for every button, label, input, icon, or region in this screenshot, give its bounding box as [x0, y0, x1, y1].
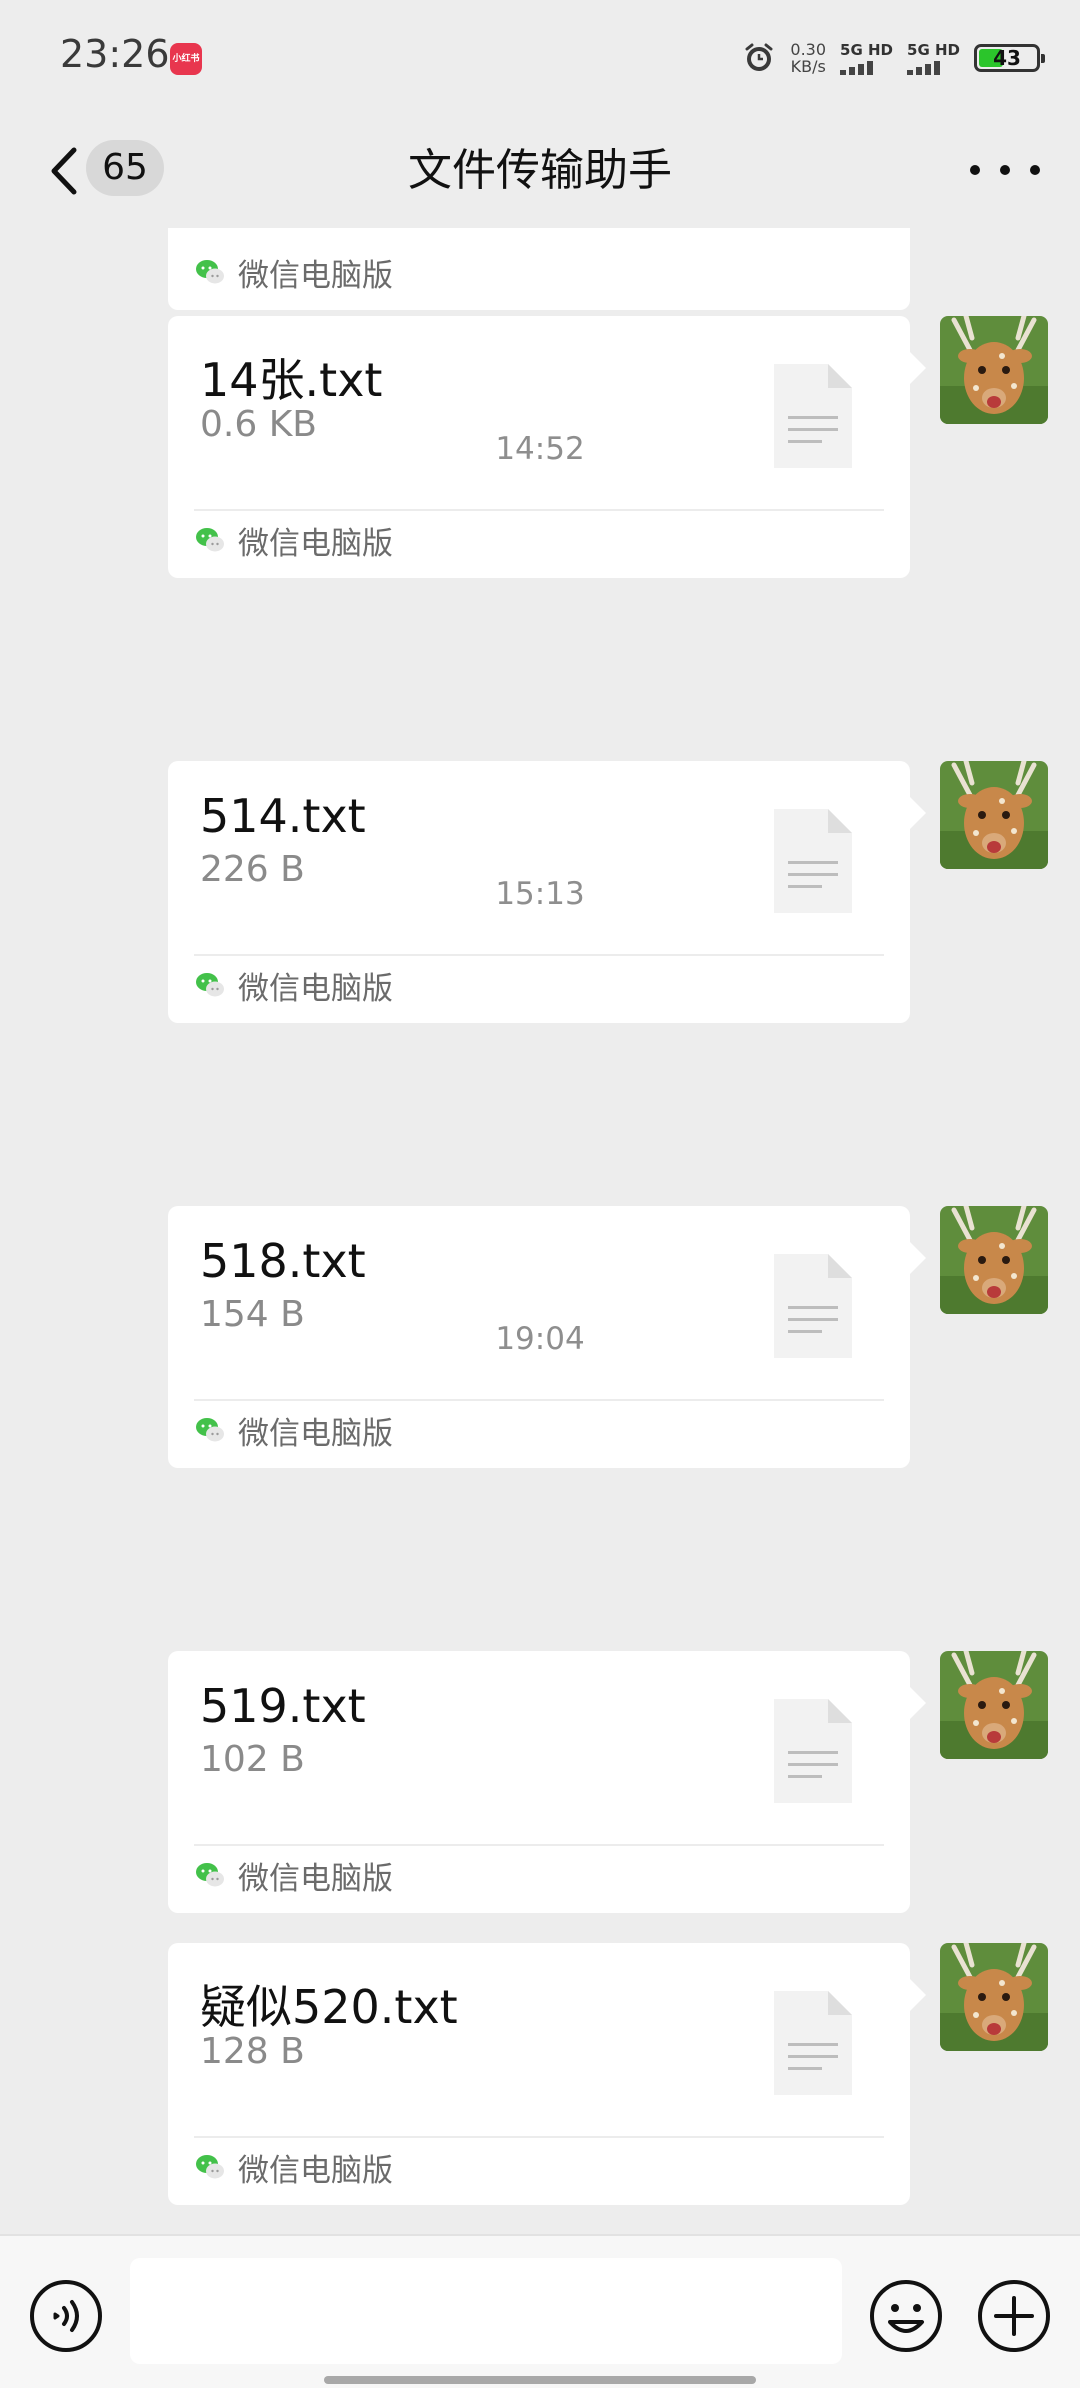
wechat-icon	[196, 528, 224, 552]
page-title: 文件传输助手	[408, 145, 672, 196]
message-list[interactable]: 微信电脑版 14张.txt 0.6 KB 微信电脑版 14:52 514.txt…	[0, 228, 1080, 2234]
message-source: 微信电脑版	[194, 1855, 393, 1897]
voice-icon[interactable]	[28, 2278, 104, 2354]
plus-icon[interactable]	[976, 2278, 1052, 2354]
message-source: 微信电脑版	[194, 520, 393, 562]
signal-bars-icon	[907, 60, 941, 75]
chat-screen: 23:26 小红书 0.30 KB/s 5G HD 5G HD 43 65 文件…	[0, 0, 1080, 2388]
timestamp: 14:52	[495, 431, 585, 467]
status-bar: 23:26 小红书 0.30 KB/s 5G HD 5G HD 43	[0, 0, 1080, 110]
more-dots-icon[interactable]	[970, 150, 1040, 190]
source-label: 微信电脑版	[238, 257, 393, 294]
sim2-signal: 5G HD	[907, 40, 960, 75]
chat-header: 65 文件传输助手	[0, 110, 1080, 230]
wechat-icon	[196, 1418, 224, 1442]
message-source: 微信电脑版	[194, 1410, 393, 1452]
alarm-icon	[745, 43, 773, 71]
message-input[interactable]	[130, 2258, 842, 2364]
notification-app-icon: 小红书	[170, 43, 202, 75]
file-size: 102 B	[200, 1739, 305, 1780]
wechat-icon	[196, 2155, 224, 2179]
divider	[194, 954, 884, 956]
source-label: 微信电脑版	[238, 970, 393, 1007]
battery-level: 43	[993, 46, 1021, 70]
timestamp: 19:04	[495, 1321, 585, 1357]
file-name: 14张.txt	[200, 353, 383, 407]
message-source: 微信电脑版	[194, 965, 393, 1007]
avatar[interactable]	[940, 316, 1048, 424]
avatar[interactable]	[940, 761, 1048, 869]
status-indicators: 0.30 KB/s 5G HD 5G HD 43	[742, 36, 1045, 80]
status-time: 23:26	[60, 32, 170, 76]
avatar[interactable]	[940, 1943, 1048, 2051]
file-name: 518.txt	[200, 1234, 366, 1288]
sim2-label: 5G HD	[907, 40, 960, 59]
network-speed: 0.30 KB/s	[790, 41, 826, 75]
file-message[interactable]: 微信电脑版	[168, 228, 910, 310]
divider	[194, 1844, 884, 1846]
file-name: 514.txt	[200, 789, 366, 843]
avatar[interactable]	[940, 1206, 1048, 1314]
file-message[interactable]: 519.txt 102 B 微信电脑版	[168, 1651, 926, 1913]
avatar[interactable]	[940, 1651, 1048, 1759]
file-doc-icon	[774, 1991, 852, 2095]
input-bar	[0, 2234, 1080, 2388]
source-label: 微信电脑版	[238, 2152, 393, 2189]
sim1-signal: 5G HD	[840, 40, 894, 75]
file-name: 疑似520.txt	[200, 1980, 458, 2034]
network-speed-unit: KB/s	[790, 57, 826, 76]
emoji-icon[interactable]	[868, 2278, 944, 2354]
divider	[194, 2136, 884, 2138]
file-size: 128 B	[200, 2031, 305, 2072]
network-speed-value: 0.30	[790, 40, 827, 59]
signal-bars-icon	[840, 60, 874, 75]
file-message[interactable]: 疑似520.txt 128 B 微信电脑版	[168, 1943, 926, 2205]
file-doc-icon	[774, 1699, 852, 1803]
wechat-icon	[196, 973, 224, 997]
file-name: 519.txt	[200, 1679, 366, 1733]
divider	[194, 509, 884, 511]
battery-icon: 43	[974, 44, 1045, 72]
divider	[194, 1399, 884, 1401]
message-source: 微信电脑版	[194, 2147, 393, 2189]
wechat-icon	[196, 260, 224, 284]
source-label: 微信电脑版	[238, 1860, 393, 1897]
source-label: 微信电脑版	[238, 525, 393, 562]
source-label: 微信电脑版	[238, 1415, 393, 1452]
timestamp: 15:13	[495, 876, 585, 912]
wechat-icon	[196, 1863, 224, 1887]
message-source: 微信电脑版	[194, 252, 393, 294]
home-indicator[interactable]	[324, 2376, 756, 2384]
sim1-label: 5G HD	[840, 40, 894, 59]
